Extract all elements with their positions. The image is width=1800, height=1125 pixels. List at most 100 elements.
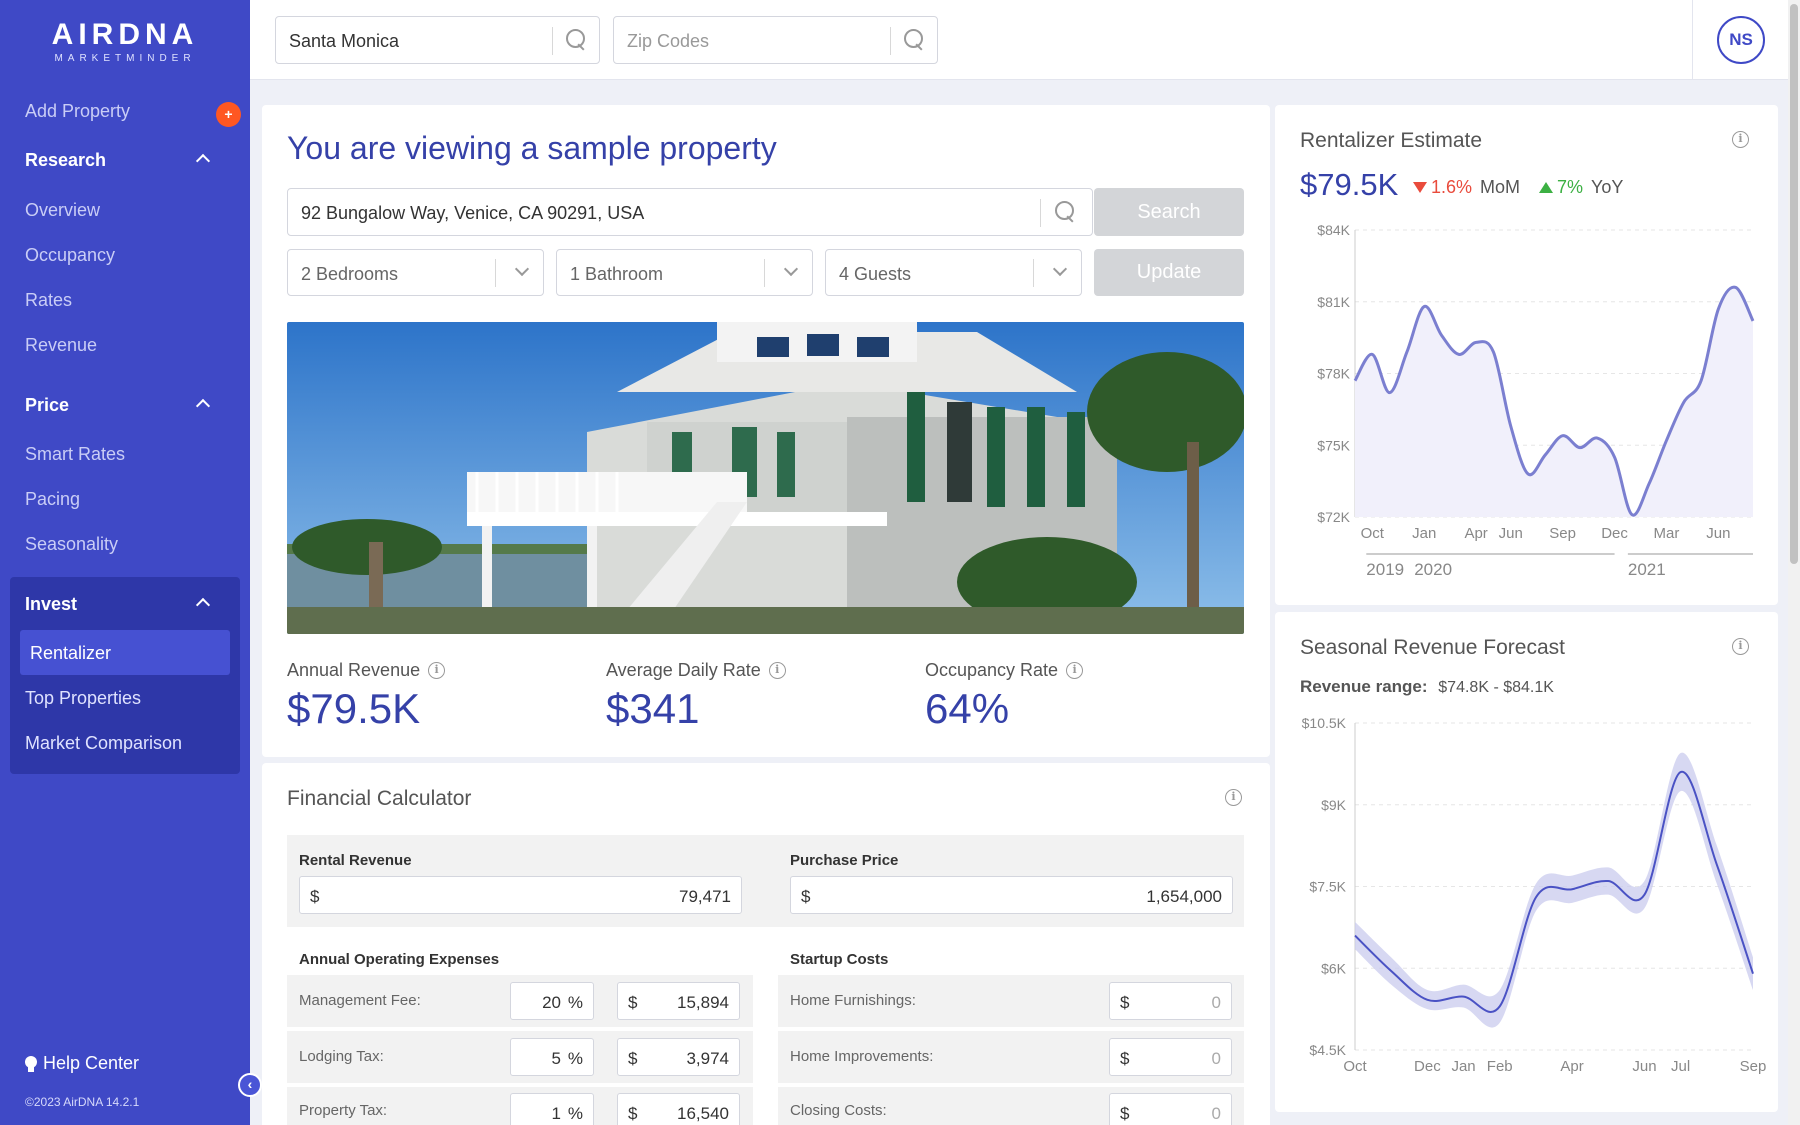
property-tax-amount-input[interactable]: $ 16,540	[617, 1093, 740, 1125]
sidebar-item-market-comparison[interactable]: Market Comparison	[25, 733, 182, 754]
collapse-sidebar-icon[interactable]: ‹	[238, 1073, 262, 1097]
sidebar-item-rates[interactable]: Rates	[25, 290, 72, 311]
logo-wordmark: AIRDNA	[51, 18, 199, 51]
purchase-price-value: 1,654,000	[1146, 887, 1222, 906]
info-icon[interactable]: i	[428, 662, 446, 679]
x-tick-label: Jun	[1499, 525, 1523, 542]
currency-prefix: $	[310, 887, 320, 906]
property-card: You are viewing a sample property 92 Bun…	[262, 105, 1270, 757]
x-tick-label: Dec	[1414, 1058, 1441, 1075]
guests-select[interactable]: 4 Guests	[825, 249, 1082, 296]
occupancy-rate-value: 64%	[925, 685, 1010, 732]
page-scrollbar[interactable]	[1788, 0, 1800, 1125]
y-tick-label: $84K	[1317, 222, 1350, 238]
logo-subtitle: MARKETMINDER	[54, 53, 196, 64]
closing-costs-input[interactable]: $ 0	[1109, 1093, 1232, 1125]
x-tick-label: Mar	[1654, 525, 1680, 542]
help-center-link[interactable]: Help Center	[25, 1053, 139, 1074]
address-search-input[interactable]: 92 Bungalow Way, Venice, CA 90291, USA	[287, 188, 1093, 236]
info-icon[interactable]: i	[1225, 789, 1242, 806]
year-label: 2021	[1628, 560, 1666, 579]
property-tax-pct-input[interactable]: 1 %	[510, 1093, 594, 1125]
select-divider	[495, 259, 496, 287]
market-search-input[interactable]: Santa Monica	[275, 16, 600, 64]
sidebar-item-occupancy[interactable]: Occupancy	[25, 245, 115, 266]
update-button[interactable]: Update	[1094, 249, 1244, 296]
sidebar-item-add-property[interactable]: Add Property	[25, 101, 130, 122]
x-tick-label: Apr	[1464, 525, 1487, 542]
scrollbar-thumb[interactable]	[1790, 4, 1798, 564]
currency-prefix: $	[628, 1104, 638, 1123]
currency-prefix: $	[801, 887, 811, 906]
search-icon[interactable]	[1055, 201, 1077, 223]
rentalizer-estimate-card: Rentalizer Estimate i $79.5K 1.6% MoM 7%…	[1275, 105, 1778, 605]
startup-costs-title: Startup Costs	[790, 951, 889, 968]
year-label: 2020	[1414, 560, 1452, 579]
price-label: Price	[25, 395, 70, 415]
property-photo-illustration	[287, 322, 1244, 634]
x-tick-label: Oct	[1361, 525, 1385, 542]
search-icon[interactable]	[566, 29, 588, 51]
sidebar-section-research[interactable]: Research	[25, 150, 230, 171]
home-furnishings-label: Home Furnishings:	[790, 992, 916, 1009]
home-improvements-input[interactable]: $ 0	[1109, 1038, 1232, 1076]
bathrooms-select[interactable]: 1 Bathroom	[556, 249, 813, 296]
sidebar-item-rentalizer[interactable]: Rentalizer	[30, 643, 111, 664]
y-tick-label: $6K	[1321, 960, 1347, 976]
sidebar-item-smart-rates[interactable]: Smart Rates	[25, 444, 125, 465]
zip-codes-placeholder: Zip Codes	[627, 31, 710, 51]
financial-calculator-title: Financial Calculator	[287, 787, 472, 810]
search-icon[interactable]	[904, 29, 926, 51]
currency-prefix: $	[1120, 1104, 1130, 1123]
confidence-band	[1355, 752, 1753, 1028]
rental-revenue-label: Rental Revenue	[299, 852, 412, 869]
management-fee-label: Management Fee:	[299, 992, 421, 1009]
y-tick-label: $78K	[1317, 366, 1350, 382]
chevron-down-icon	[1052, 261, 1068, 277]
y-tick-label: $81K	[1317, 294, 1350, 310]
lodging-tax-amount-value: 3,974	[686, 1049, 729, 1068]
info-icon[interactable]: i	[768, 662, 786, 679]
closing-costs-value: 0	[1211, 1104, 1221, 1123]
search-button[interactable]: Search	[1094, 188, 1244, 236]
bedrooms-value: 2 Bedrooms	[301, 264, 399, 284]
airdna-logo[interactable]: AIRDNA MARKETMINDER	[40, 18, 210, 64]
lightbulb-icon	[25, 1055, 37, 1072]
sidebar-item-pacing[interactable]: Pacing	[25, 489, 80, 510]
search-divider	[890, 27, 891, 55]
rental-revenue-input[interactable]: $ 79,471	[299, 876, 742, 914]
sidebar-item-seasonality[interactable]: Seasonality	[25, 534, 118, 555]
annual-revenue-value: $79.5K	[287, 685, 421, 732]
sidebar-item-overview[interactable]: Overview	[25, 200, 100, 221]
average-daily-rate-value: $341	[606, 685, 700, 732]
sidebar-item-top-properties[interactable]: Top Properties	[25, 688, 141, 709]
info-icon[interactable]: i	[1066, 662, 1084, 679]
bedrooms-select[interactable]: 2 Bedrooms	[287, 249, 544, 296]
sidebar-section-invest[interactable]: Invest	[25, 594, 230, 615]
management-fee-pct-input[interactable]: 20 %	[510, 982, 594, 1020]
average-daily-rate-label: Average Daily Rate i	[606, 660, 786, 681]
chevron-up-icon	[195, 597, 211, 613]
guests-value: 4 Guests	[839, 264, 912, 284]
x-tick-label: Sep	[1740, 1058, 1767, 1075]
home-furnishings-value: 0	[1211, 993, 1221, 1012]
add-property-plus-icon[interactable]: +	[216, 102, 241, 127]
user-avatar[interactable]: NS	[1717, 16, 1765, 64]
sidebar-item-revenue[interactable]: Revenue	[25, 335, 97, 356]
currency-prefix: $	[1120, 993, 1130, 1012]
y-tick-label: $7.5K	[1309, 879, 1346, 895]
management-fee-amount-input[interactable]: $ 15,894	[617, 982, 740, 1020]
sidebar-section-price[interactable]: Price	[25, 395, 230, 416]
address-value: 92 Bungalow Way, Venice, CA 90291, USA	[301, 203, 645, 223]
purchase-price-input[interactable]: $ 1,654,000	[790, 876, 1233, 914]
home-furnishings-input[interactable]: $ 0	[1109, 982, 1232, 1020]
operating-expenses-title: Annual Operating Expenses	[299, 951, 500, 968]
lodging-tax-pct-input[interactable]: 5 %	[510, 1038, 594, 1076]
zip-codes-input[interactable]: Zip Codes	[613, 16, 938, 64]
chevron-up-icon	[195, 153, 211, 169]
lodging-tax-amount-input[interactable]: $ 3,974	[617, 1038, 740, 1076]
series-area	[1355, 287, 1753, 517]
x-tick-label: Sep	[1549, 525, 1576, 542]
purchase-price-label: Purchase Price	[790, 852, 899, 869]
management-fee-amount-value: 15,894	[677, 993, 729, 1012]
